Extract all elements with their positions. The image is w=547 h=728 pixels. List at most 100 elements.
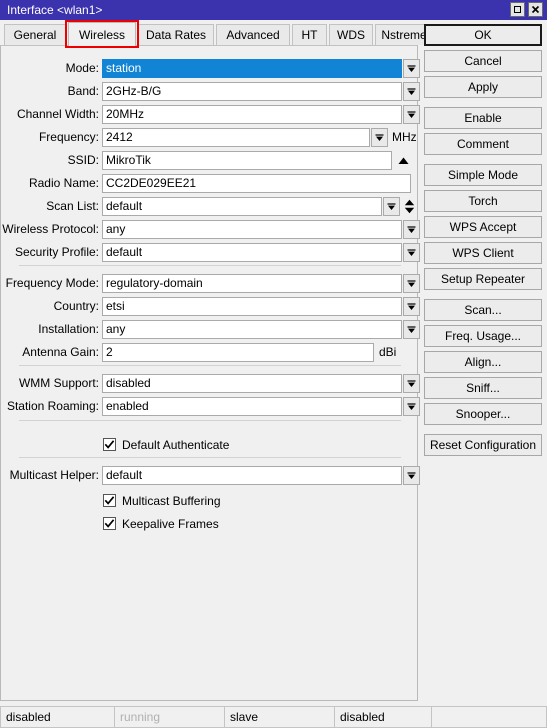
country-dropdown-arrow-icon[interactable] [403,297,420,316]
setup-repeater-button[interactable]: Setup Repeater [424,268,542,290]
radio-name-input[interactable]: CC2DE029EE21 [102,174,411,193]
frequency-dropdown-arrow-icon[interactable] [371,128,388,147]
band-dropdown-arrow-icon[interactable] [403,82,420,101]
close-button[interactable] [528,2,543,17]
simple-mode-button[interactable]: Simple Mode [424,164,542,186]
security-profile-dropdown-arrow-icon[interactable] [403,243,420,262]
window-title: Interface <wlan1> [7,3,103,17]
scan-list-updown-arrow-icon[interactable] [402,197,417,216]
ssid-up-arrow-icon[interactable] [396,151,411,170]
field-label: Multicast Helper: [9,468,99,482]
cancel-button[interactable]: Cancel [424,50,542,72]
tab-data-rates[interactable]: Data Rates [138,24,214,45]
status-cell: disabled [0,706,115,728]
installation-input[interactable]: any [102,320,402,339]
button-label: Sniff... [466,381,500,395]
field-label: Mode: [65,61,99,75]
status-cell [432,706,547,728]
field-label: Scan List: [46,199,99,213]
wmm-support-input[interactable]: disabled [102,374,402,393]
field-label: Wireless Protocol: [2,222,99,236]
wps-accept-button[interactable]: WPS Accept [424,216,542,238]
tab-strip: General Wireless Data Rates Advanced HT WDS Ns… [0,20,461,48]
status-cell: running [115,706,225,728]
antenna-gain-input[interactable]: 2 [102,343,374,362]
field-label: Installation: [38,322,99,336]
ssid-input[interactable]: MikroTik [102,151,392,170]
tab-general[interactable]: General [4,24,66,45]
button-label: Cancel [464,54,502,68]
status-bar: disabled running slave disabled [0,706,547,728]
checkbox-label: Default Authenticate [122,437,230,452]
ok-button[interactable]: OK [424,24,542,46]
checkbox-label: Multicast Buffering [122,493,221,508]
antenna-gain-unit-label: dBi [379,345,397,359]
button-label: OK [474,28,492,42]
wireless-protocol-input[interactable]: any [102,220,402,239]
field-label: Antenna Gain: [22,345,99,359]
field-label: Country: [53,299,99,313]
frequency-mode-dropdown-arrow-icon[interactable] [403,274,420,293]
reset-configuration-button[interactable]: Reset Configuration [424,434,542,456]
frequency-mode-input[interactable]: regulatory-domain [102,274,402,293]
button-label: Comment [456,137,509,151]
wmm-support-dropdown-arrow-icon[interactable] [403,374,420,393]
tab-ht[interactable]: HT [292,24,327,45]
field-label: Security Profile: [14,245,99,259]
multicast-buffering-checkbox[interactable]: Multicast Buffering [103,491,221,510]
tab-wds[interactable]: WDS [329,24,373,45]
multicast-helper-dropdown-arrow-icon[interactable] [403,466,420,485]
multicast-helper-input[interactable]: default [102,466,402,485]
status-cell: disabled [335,706,432,728]
button-label: Enable [464,111,502,125]
installation-dropdown-arrow-icon[interactable] [403,320,420,339]
title-bar: Interface <wlan1> [0,0,547,20]
wps-client-button[interactable]: WPS Client [424,242,542,264]
field-label: WMM Support: [18,376,99,390]
field-label: SSID: [67,153,99,167]
tab-wireless[interactable]: Wireless [68,22,136,46]
mode-input[interactable]: station [102,59,402,78]
field-label: Frequency Mode: [5,276,99,290]
station-roaming-dropdown-arrow-icon[interactable] [403,397,420,416]
checkmark-icon [103,494,116,507]
scan-list-dropdown-arrow-icon[interactable] [383,197,400,216]
scan-button[interactable]: Scan... [424,299,542,321]
band-input[interactable]: 2GHz-B/G [102,82,402,101]
interface-wlan1-window: Interface <wlan1> General Wireless Data Ra… [0,0,547,728]
keepalive-frames-checkbox[interactable]: Keepalive Frames [103,514,219,533]
torch-button[interactable]: Torch [424,190,542,212]
field-label: Station Roaming: [6,399,99,413]
button-label: Scan... [464,303,502,317]
station-roaming-input[interactable]: enabled [102,397,402,416]
freq-usage-button[interactable]: Freq. Usage... [424,325,542,347]
sniff-button[interactable]: Sniff... [424,377,542,399]
section-divider [19,265,401,266]
apply-button[interactable]: Apply [424,76,542,98]
align-button[interactable]: Align... [424,351,542,373]
channel-width-input[interactable]: 20MHz [102,105,402,124]
action-button-panel: OK Cancel Apply Enable Comment Simple Mode Tor… [424,24,542,460]
maximize-button[interactable] [510,2,525,17]
scan-list-input[interactable]: default [102,197,382,216]
tab-label: Advanced [226,28,280,42]
button-label: Setup Repeater [440,272,526,286]
button-label: Simple Mode [447,168,519,182]
tab-label: WDS [337,28,365,42]
tab-label: HT [301,28,318,42]
enable-button[interactable]: Enable [424,107,542,129]
comment-button[interactable]: Comment [424,133,542,155]
checkmark-icon [103,517,116,530]
frequency-input[interactable]: 2412 [102,128,370,147]
default-authenticate-checkbox[interactable]: Default Authenticate [103,435,229,454]
field-label: Frequency: [38,130,99,144]
mode-dropdown-arrow-icon[interactable] [403,59,420,78]
tab-label: Nstreme [381,28,427,42]
wireless-protocol-dropdown-arrow-icon[interactable] [403,220,420,239]
security-profile-input[interactable]: default [102,243,402,262]
snooper-button[interactable]: Snooper... [424,403,542,425]
channel-width-dropdown-arrow-icon[interactable] [403,105,420,124]
country-input[interactable]: etsi [102,297,402,316]
tab-advanced[interactable]: Advanced [216,24,290,45]
button-label: Freq. Usage... [444,329,522,343]
